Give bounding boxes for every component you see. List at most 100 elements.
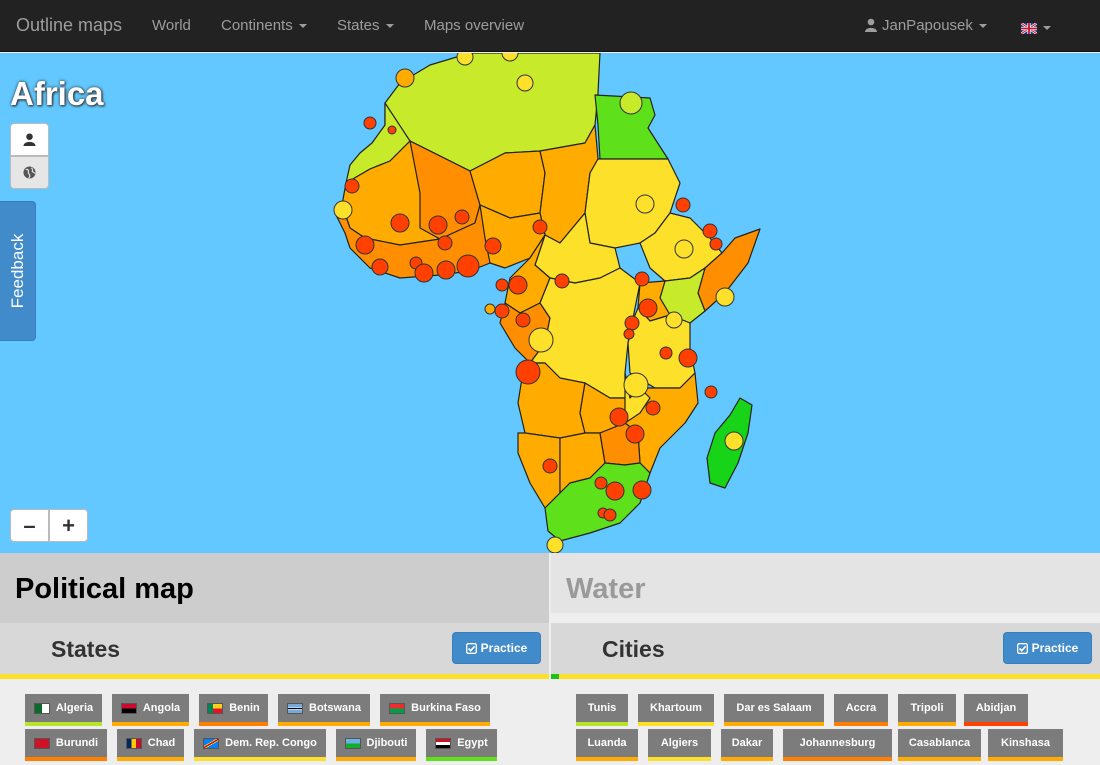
city-marker[interactable] bbox=[603, 508, 617, 522]
nav-maps-overview[interactable]: Maps overview bbox=[424, 17, 524, 34]
city-marker[interactable] bbox=[675, 197, 691, 213]
user-menu[interactable]: JanPapousek bbox=[864, 17, 987, 34]
panel-title: Water bbox=[566, 573, 646, 605]
political-map-tab[interactable]: Political map bbox=[0, 553, 549, 623]
city-marker[interactable] bbox=[484, 237, 502, 255]
city-marker[interactable] bbox=[344, 178, 360, 194]
state-chip-burkina-faso[interactable]: Burkina Faso bbox=[380, 694, 490, 726]
practice-states-button[interactable]: Practice bbox=[452, 632, 541, 664]
city-marker[interactable] bbox=[635, 194, 655, 214]
city-marker[interactable] bbox=[609, 407, 629, 427]
city-chip-dar-es-salaam[interactable]: Dar es Salaam bbox=[724, 694, 824, 726]
city-marker[interactable] bbox=[724, 431, 744, 451]
city-marker[interactable] bbox=[623, 328, 635, 340]
chip-score-bar bbox=[380, 722, 490, 726]
city-marker[interactable] bbox=[546, 536, 564, 553]
city-marker[interactable] bbox=[659, 346, 673, 360]
city-marker[interactable] bbox=[528, 327, 554, 353]
city-marker[interactable] bbox=[495, 278, 509, 292]
city-marker[interactable] bbox=[456, 53, 474, 66]
city-marker[interactable] bbox=[619, 91, 643, 115]
city-marker[interactable] bbox=[484, 303, 496, 315]
language-menu[interactable] bbox=[1021, 19, 1051, 36]
person-toggle-button[interactable] bbox=[10, 123, 49, 156]
city-marker[interactable] bbox=[333, 200, 353, 220]
state-chip-angola[interactable]: Angola bbox=[112, 694, 189, 726]
state-chip-egypt[interactable]: Egypt bbox=[426, 729, 497, 761]
state-chip-dr-congo[interactable]: Dem. Rep. Congo bbox=[194, 729, 326, 761]
city-marker[interactable] bbox=[437, 235, 453, 251]
chip-score-bar bbox=[783, 757, 892, 761]
city-marker[interactable] bbox=[645, 400, 661, 416]
city-marker[interactable] bbox=[638, 298, 658, 318]
city-chip-khartoum[interactable]: Khartoum bbox=[638, 694, 714, 726]
city-marker[interactable] bbox=[678, 348, 698, 368]
city-marker[interactable] bbox=[414, 263, 434, 283]
city-marker[interactable] bbox=[624, 315, 640, 331]
city-marker[interactable] bbox=[515, 312, 531, 328]
nav-states[interactable]: States bbox=[337, 17, 394, 34]
city-chip-abidjan[interactable]: Abidjan bbox=[964, 694, 1028, 726]
city-marker[interactable] bbox=[665, 311, 683, 329]
city-marker[interactable] bbox=[508, 275, 528, 295]
city-marker[interactable] bbox=[605, 481, 625, 501]
practice-cities-button[interactable]: Practice bbox=[1003, 632, 1092, 664]
chip-label: Burkina Faso bbox=[411, 702, 481, 714]
city-marker[interactable] bbox=[363, 116, 377, 130]
zoom-out-button[interactable]: – bbox=[10, 509, 49, 542]
city-chip-dakar[interactable]: Dakar bbox=[721, 729, 773, 761]
water-tab[interactable]: Water bbox=[551, 553, 1100, 613]
city-marker[interactable] bbox=[454, 209, 470, 225]
feedback-button[interactable]: Feedback bbox=[0, 201, 36, 341]
nav-world[interactable]: World bbox=[152, 17, 191, 34]
zoom-in-button[interactable]: + bbox=[49, 509, 88, 542]
city-marker[interactable] bbox=[428, 215, 448, 235]
city-chip-casablanca[interactable]: Casablanca bbox=[898, 729, 981, 761]
city-chip-accra[interactable]: Accra bbox=[834, 694, 888, 726]
city-marker[interactable] bbox=[456, 254, 480, 278]
chip-score-bar bbox=[834, 722, 888, 726]
state-chip-chad[interactable]: Chad bbox=[117, 729, 184, 761]
state-chip-djibouti[interactable]: Djibouti bbox=[336, 729, 416, 761]
city-marker[interactable] bbox=[594, 476, 608, 490]
chip-score-bar bbox=[576, 722, 628, 726]
city-marker[interactable] bbox=[542, 458, 558, 474]
city-marker[interactable] bbox=[623, 372, 649, 398]
city-marker[interactable] bbox=[632, 480, 652, 500]
globe-toggle-button[interactable] bbox=[10, 156, 49, 189]
state-chip-burundi[interactable]: Burundi bbox=[25, 729, 107, 761]
city-marker[interactable] bbox=[704, 385, 718, 399]
city-chip-kinshasa[interactable]: Kinshasa bbox=[988, 729, 1063, 761]
city-marker[interactable] bbox=[387, 125, 397, 135]
city-marker[interactable] bbox=[532, 219, 548, 235]
city-marker[interactable] bbox=[355, 235, 375, 255]
city-marker[interactable] bbox=[371, 258, 389, 276]
city-marker[interactable] bbox=[702, 223, 718, 239]
state-chip-botswana[interactable]: Botswana bbox=[278, 694, 370, 726]
nav-continents[interactable]: Continents bbox=[221, 17, 307, 34]
map-area[interactable]: Africa Feedback – + bbox=[0, 53, 1100, 553]
city-marker[interactable] bbox=[634, 271, 650, 287]
city-chip-algiers[interactable]: Algiers bbox=[648, 729, 711, 761]
panel-title: Political map bbox=[15, 573, 194, 605]
brand-link[interactable]: Outline maps bbox=[16, 15, 122, 36]
city-chip-luanda[interactable]: Luanda bbox=[576, 729, 638, 761]
city-marker[interactable] bbox=[494, 303, 510, 319]
state-chip-algeria[interactable]: Algeria bbox=[25, 694, 102, 726]
city-marker[interactable] bbox=[436, 260, 456, 280]
city-marker[interactable] bbox=[390, 213, 410, 233]
city-marker[interactable] bbox=[515, 359, 541, 385]
city-chip-tripoli[interactable]: Tripoli bbox=[898, 694, 956, 726]
city-marker[interactable] bbox=[709, 237, 723, 251]
chip-score-bar bbox=[25, 757, 107, 761]
state-chip-benin[interactable]: Benin bbox=[199, 694, 268, 726]
africa-map[interactable] bbox=[0, 53, 1100, 553]
city-marker[interactable] bbox=[554, 273, 570, 289]
city-marker[interactable] bbox=[715, 287, 735, 307]
city-chip-tunis[interactable]: Tunis bbox=[576, 694, 628, 726]
city-marker[interactable] bbox=[516, 74, 534, 92]
city-chip-johannesburg[interactable]: Johannesburg bbox=[783, 729, 892, 761]
city-marker[interactable] bbox=[674, 239, 694, 259]
city-marker[interactable] bbox=[395, 68, 415, 88]
city-marker[interactable] bbox=[625, 424, 645, 444]
